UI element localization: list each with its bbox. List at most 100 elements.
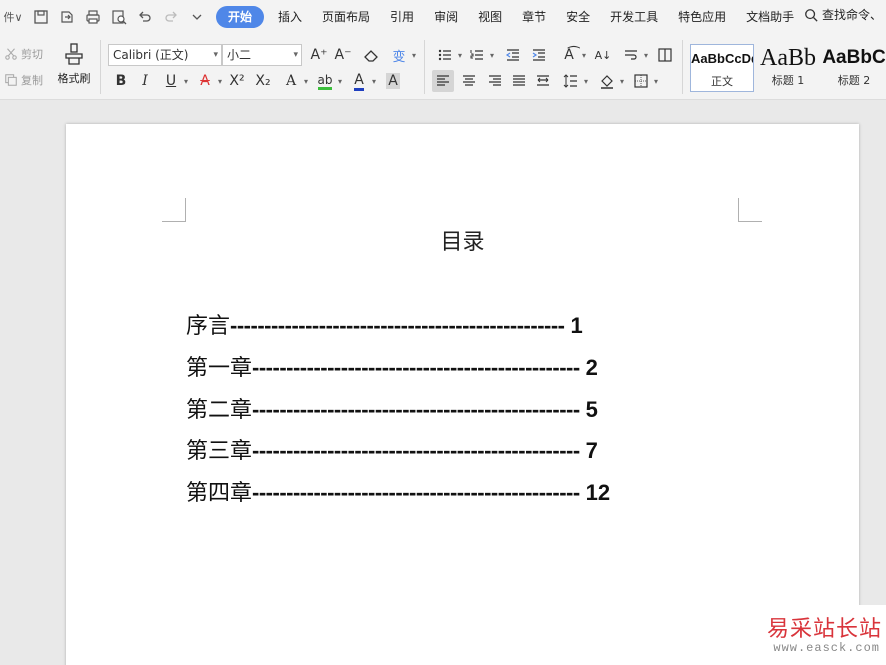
style-normal[interactable]: AaBbCcDd 正文 bbox=[690, 44, 754, 92]
tab-page-layout[interactable]: 页面布局 bbox=[312, 6, 380, 28]
outdent-icon bbox=[505, 49, 519, 61]
sort-button[interactable]: A↓ bbox=[592, 44, 614, 66]
paint-bucket-icon bbox=[601, 75, 613, 89]
shading-button[interactable]: ▾ bbox=[596, 70, 624, 92]
char-shading-button[interactable]: A bbox=[382, 70, 404, 92]
borders-button[interactable]: ▾ bbox=[630, 70, 658, 92]
underline-button[interactable]: U ▾ bbox=[160, 70, 188, 92]
tab-review[interactable]: 审阅 bbox=[424, 6, 468, 28]
tab-home[interactable]: 开始 bbox=[216, 6, 265, 28]
toc-entry-page: 1 bbox=[570, 313, 583, 338]
highlight-button[interactable]: ab ▾ bbox=[314, 70, 342, 92]
shrink-font-button[interactable]: A⁻ bbox=[332, 44, 354, 66]
bullet-list-button[interactable]: ▾ bbox=[434, 44, 462, 66]
line-spacing-button[interactable]: ▾ bbox=[560, 70, 588, 92]
quick-access-toolbar bbox=[26, 6, 208, 28]
chevron-down-icon: ▾ bbox=[457, 50, 462, 60]
superscript-button[interactable]: X² bbox=[226, 70, 248, 92]
grow-font-button[interactable]: A⁺ bbox=[308, 44, 330, 66]
command-search[interactable]: 查找命令、 bbox=[804, 6, 886, 23]
tab-doc-assistant[interactable]: 文档助手 bbox=[736, 6, 804, 28]
font-color-button[interactable]: A ▾ bbox=[348, 70, 376, 92]
scissors-icon bbox=[5, 48, 17, 60]
pinyin-button[interactable]: 变 ▾ bbox=[388, 44, 416, 66]
export-icon[interactable] bbox=[56, 6, 78, 28]
font-size-value: 小二 bbox=[227, 48, 252, 62]
distribute-button[interactable] bbox=[532, 70, 554, 92]
increase-indent-button[interactable] bbox=[528, 44, 550, 66]
align-right-button[interactable] bbox=[484, 70, 506, 92]
toc-entry-leader: ----------------------------------------… bbox=[252, 355, 580, 380]
decrease-indent-button[interactable] bbox=[502, 44, 524, 66]
style-normal-name: 正文 bbox=[711, 75, 733, 88]
justify-button[interactable] bbox=[508, 70, 530, 92]
toc-entry[interactable]: 序言 -------------------------------------… bbox=[186, 308, 583, 339]
style-heading-2[interactable]: AaBbC 标题 2 bbox=[822, 44, 886, 92]
toc-entry[interactable]: 第三章 ------------------------------------… bbox=[186, 433, 598, 464]
tab-security[interactable]: 安全 bbox=[556, 6, 600, 28]
align-left-button[interactable] bbox=[432, 70, 454, 92]
divider bbox=[424, 40, 425, 94]
tab-chapter[interactable]: 章节 bbox=[512, 6, 556, 28]
tab-references[interactable]: 引用 bbox=[380, 6, 424, 28]
cut-button[interactable]: 剪切 bbox=[4, 46, 43, 62]
bold-button[interactable]: B bbox=[110, 70, 132, 92]
toc-entry[interactable]: 第二章 ------------------------------------… bbox=[186, 392, 598, 423]
style-heading-1-name: 标题 1 bbox=[771, 74, 805, 87]
align-center-button[interactable] bbox=[458, 70, 480, 92]
save-icon[interactable] bbox=[30, 6, 52, 28]
toc-entry[interactable]: 第四章 ------------------------------------… bbox=[186, 475, 611, 506]
italic-button[interactable]: I bbox=[134, 70, 156, 92]
watermark-url: www.easck.com bbox=[773, 641, 880, 655]
style-heading-2-sample: AaBbC bbox=[822, 47, 886, 68]
clear-format-button[interactable] bbox=[360, 44, 382, 66]
tab-special-apps[interactable]: 特色应用 bbox=[668, 6, 736, 28]
char-shading-icon: A bbox=[386, 73, 400, 89]
undo-icon[interactable] bbox=[134, 6, 156, 28]
divider bbox=[682, 40, 683, 94]
print-icon[interactable] bbox=[82, 6, 104, 28]
chevron-down-icon: ▾ bbox=[643, 50, 648, 60]
search-icon bbox=[805, 8, 818, 22]
menu-bar: 件 ∨ 开始 插入 页面布局 引用 审阅 视图 章节 安全 开发工具 特色应用 … bbox=[0, 0, 886, 34]
font-size-select[interactable]: 小二 ▾ bbox=[222, 44, 302, 66]
style-heading-1[interactable]: AaBb 标题 1 bbox=[756, 44, 820, 92]
document-page[interactable]: 目录 序言 ----------------------------------… bbox=[66, 124, 859, 665]
strikethrough-button[interactable]: A ▾ bbox=[194, 70, 222, 92]
document-canvas[interactable]: 目录 序言 ----------------------------------… bbox=[0, 101, 886, 665]
bold-icon: B bbox=[115, 73, 127, 89]
format-brush-icon bbox=[65, 43, 83, 65]
customize-chevron-icon[interactable] bbox=[186, 6, 208, 28]
redo-icon[interactable] bbox=[160, 6, 182, 28]
toc-entry[interactable]: 第一章 ------------------------------------… bbox=[186, 350, 598, 381]
toc-entry-label: 第四章 bbox=[186, 481, 253, 506]
chevron-down-icon: ▾ bbox=[217, 76, 222, 86]
toc-entry-page: 12 bbox=[585, 480, 611, 505]
print-preview-icon[interactable] bbox=[108, 6, 130, 28]
toc-entry-page: 2 bbox=[585, 355, 598, 380]
toc-entry-leader: ----------------------------------------… bbox=[252, 397, 580, 422]
tab-view[interactable]: 视图 bbox=[468, 6, 512, 28]
format-painter-button[interactable]: 格式刷 bbox=[54, 42, 94, 86]
chevron-down-icon: ▾ bbox=[293, 50, 298, 60]
show-marks-button[interactable] bbox=[654, 44, 676, 66]
tab-insert[interactable]: 插入 bbox=[268, 6, 312, 28]
file-menu[interactable]: 件 ∨ bbox=[0, 9, 26, 25]
font-name-select[interactable]: Calibri (正文) ▾ bbox=[108, 44, 222, 66]
justify-icon bbox=[513, 75, 525, 86]
pinyin-icon: 变 bbox=[392, 49, 406, 65]
bullet-list-icon bbox=[438, 49, 451, 61]
copy-button[interactable]: 复制 bbox=[4, 72, 43, 88]
text-direction-button[interactable]: A͡ ▾ bbox=[558, 44, 586, 66]
chevron-down-icon: ▾ bbox=[653, 76, 658, 86]
watermark-text: 易采站长站 bbox=[766, 617, 882, 642]
text-effect-button[interactable]: A ▾ bbox=[280, 70, 308, 92]
tab-developer[interactable]: 开发工具 bbox=[600, 6, 668, 28]
style-normal-sample: AaBbCcDd bbox=[691, 51, 753, 66]
command-search-label: 查找命令、 bbox=[821, 8, 882, 22]
numbered-list-button[interactable]: ▾ bbox=[466, 44, 494, 66]
subscript-button[interactable]: X₂ bbox=[252, 70, 274, 92]
line-spacing-icon bbox=[563, 74, 577, 88]
ribbon-tabs: 开始 插入 页面布局 引用 审阅 视图 章节 安全 开发工具 特色应用 文档助手 bbox=[216, 6, 804, 28]
line-break-button[interactable]: ▾ bbox=[620, 44, 648, 66]
